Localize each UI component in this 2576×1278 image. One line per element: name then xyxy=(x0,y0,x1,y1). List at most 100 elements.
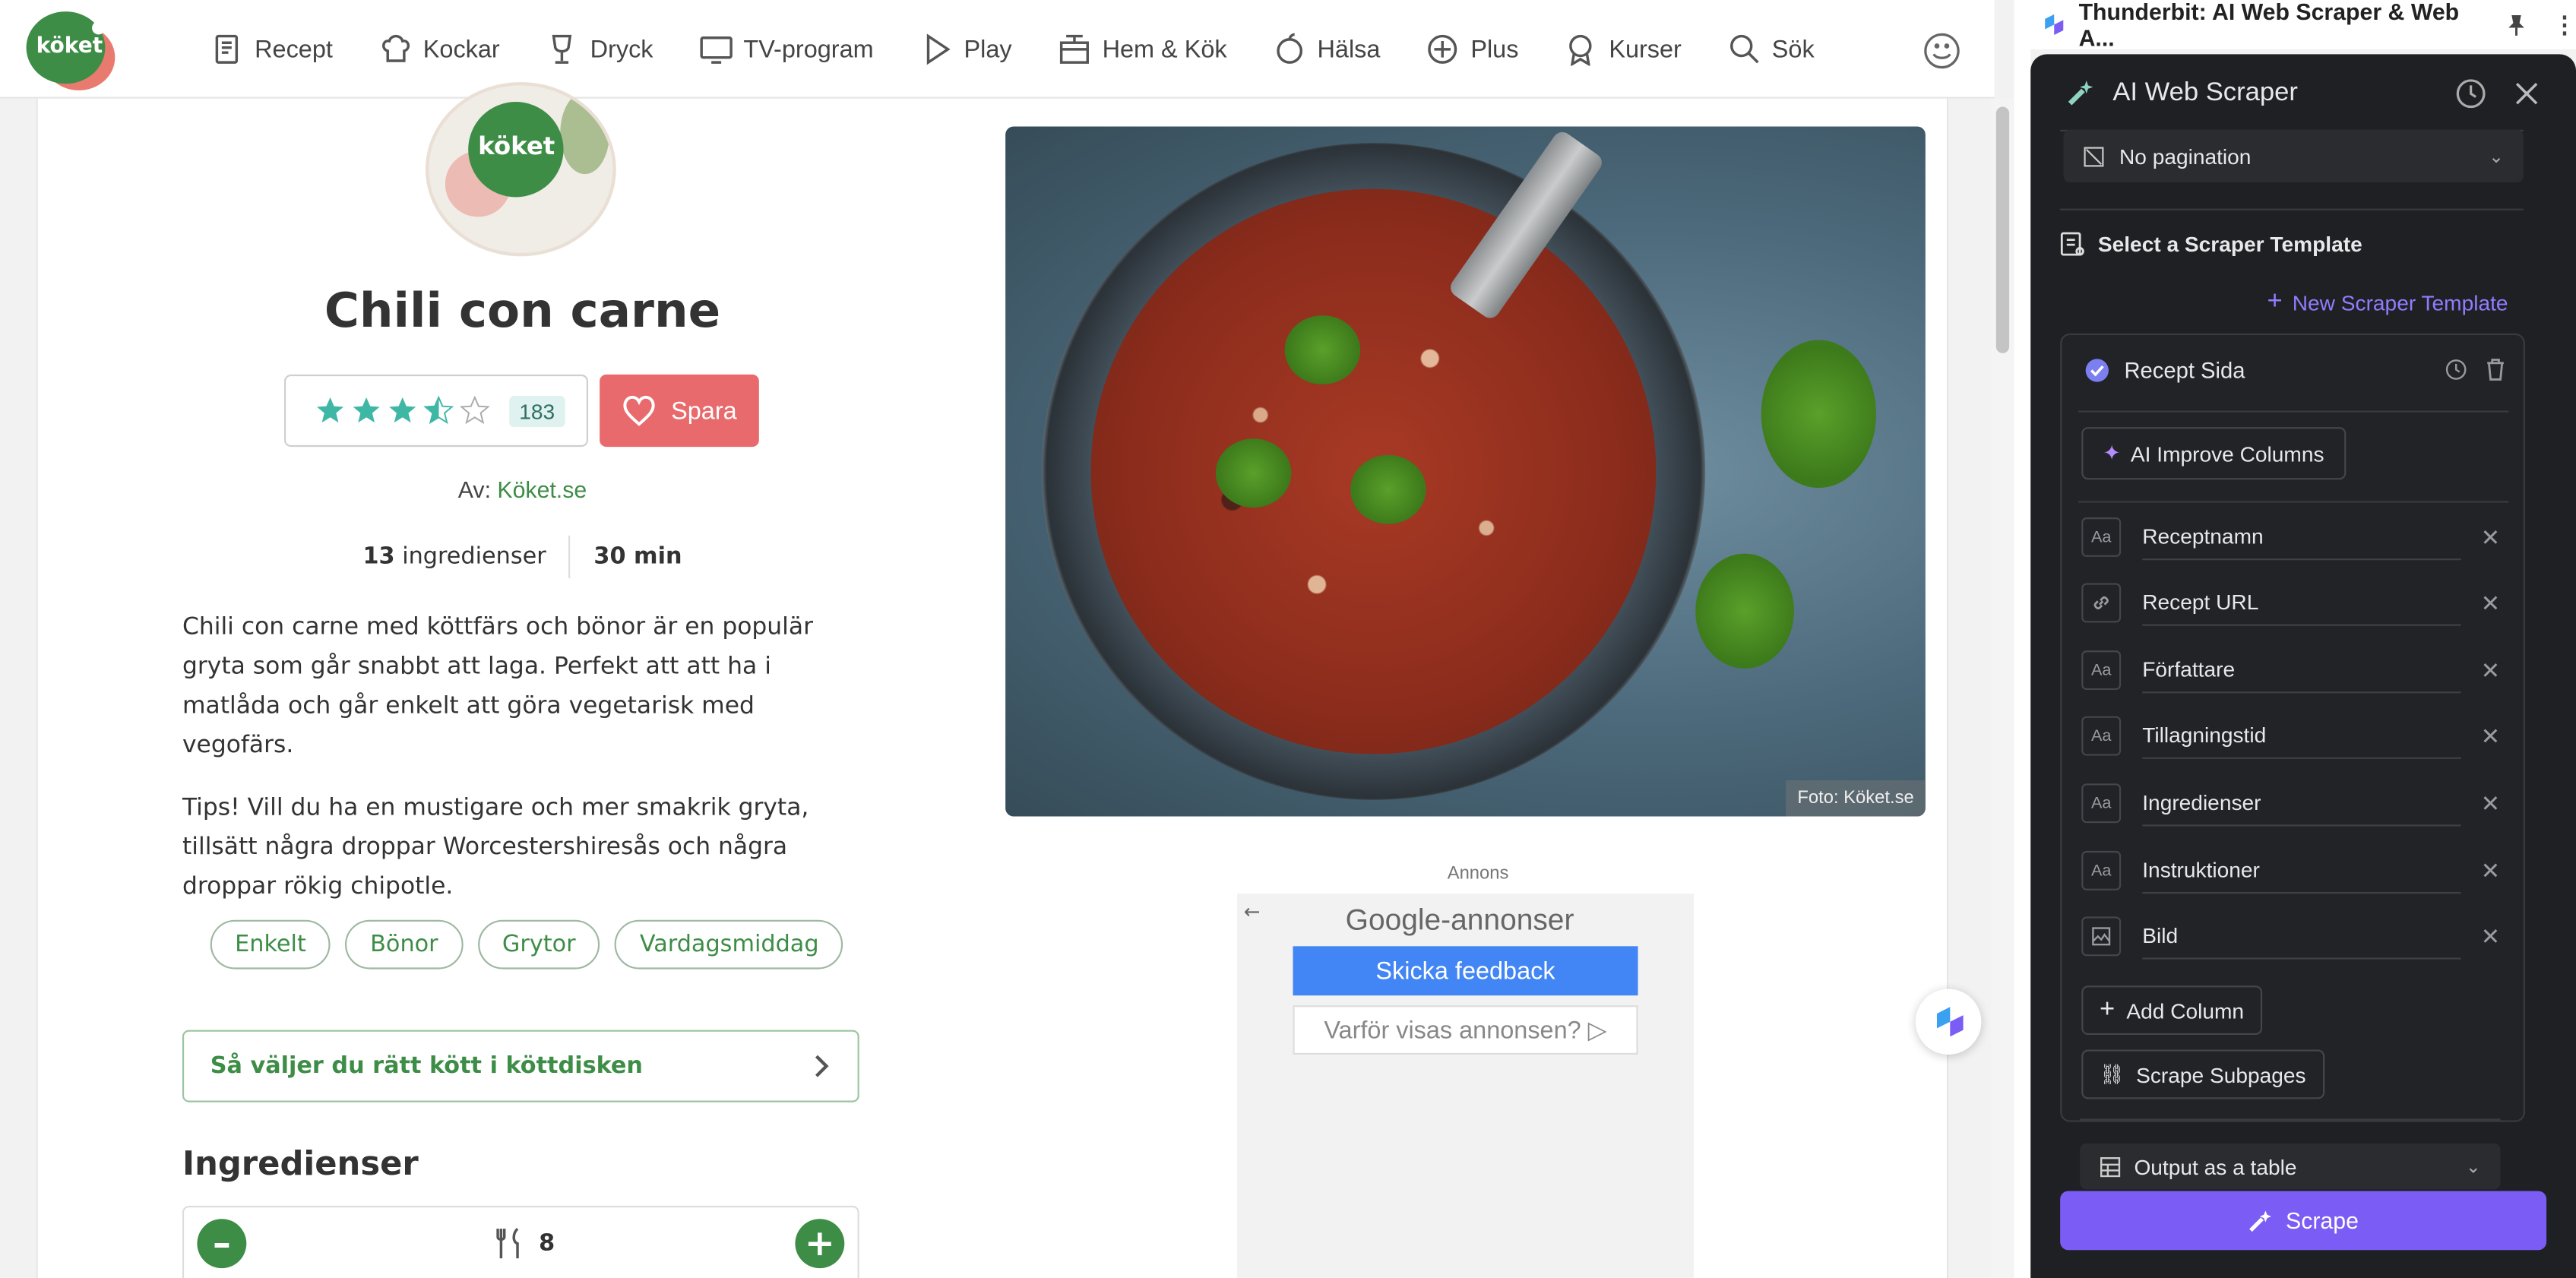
column-row[interactable]: Bild ✕ xyxy=(2081,912,2508,961)
ads-word: -annonser xyxy=(1441,903,1574,937)
add-column-label: Add Column xyxy=(2126,998,2245,1023)
remove-column-icon[interactable]: ✕ xyxy=(2481,789,2500,818)
google-word: Google xyxy=(1345,903,1441,937)
column-name[interactable]: Ingredienser xyxy=(2142,780,2461,827)
thunderbit-floating-button[interactable] xyxy=(1915,989,1982,1055)
scrape-label: Scrape xyxy=(2286,1207,2359,1234)
recipe-meta: 13 ingredienser 30 min xyxy=(38,535,1008,579)
column-name[interactable]: Receptnamn xyxy=(2142,514,2461,561)
star-full-icon xyxy=(317,397,344,423)
nav-item-label: Hem & Kök xyxy=(1102,35,1227,64)
servings-stepper: – 8 + xyxy=(182,1205,859,1278)
nav-item-kurser[interactable]: Kurser xyxy=(1565,33,1682,66)
remove-column-icon[interactable]: ✕ xyxy=(2481,922,2500,951)
pagination-select[interactable]: No pagination ⌄ xyxy=(2063,129,2524,182)
page-scrollbar[interactable] xyxy=(1991,98,2014,1278)
recipe-book-icon xyxy=(215,34,239,64)
nav-item-recept[interactable]: Recept xyxy=(210,33,333,65)
no-pagination-icon xyxy=(2084,146,2104,166)
column-row[interactable]: Aa Ingredienser ✕ xyxy=(2081,779,2508,828)
remove-column-icon[interactable]: ✕ xyxy=(2481,656,2500,685)
more-options-icon[interactable]: ⋮ xyxy=(2553,11,2576,39)
remove-column-icon[interactable]: ✕ xyxy=(2481,524,2500,552)
close-icon[interactable] xyxy=(2511,78,2543,110)
save-button[interactable]: Spara xyxy=(600,374,759,448)
nav-item-sok[interactable]: Sök xyxy=(1727,33,1815,65)
column-name[interactable]: Recept URL xyxy=(2142,580,2461,626)
column-row[interactable]: Aa Receptnamn ✕ xyxy=(2081,513,2508,562)
image-icon xyxy=(2081,916,2122,957)
tag-list: Enkelt Bönor Grytor Vardagsmiddag xyxy=(210,919,843,970)
thunderbit-logo-icon xyxy=(1936,1007,1964,1037)
send-feedback-button[interactable]: Skicka feedback xyxy=(1293,946,1638,996)
template-header[interactable]: Recept Sida xyxy=(2085,358,2245,383)
nav-item-kockar[interactable]: Kockar xyxy=(378,33,500,65)
text-type-icon: Aa xyxy=(2081,783,2122,824)
ad-slot: ← Google-annonser Skicka feedback Varför… xyxy=(1236,894,1695,1278)
chef-hat-icon xyxy=(381,34,409,62)
select-template-heading: Select a Scraper Template xyxy=(2060,232,2362,256)
nav-item-label: Kurser xyxy=(1609,35,1682,64)
tag-chip[interactable]: Enkelt xyxy=(210,919,331,970)
scrape-button[interactable]: Scrape xyxy=(2060,1191,2547,1251)
nav-item-tv[interactable]: TV-program xyxy=(699,33,874,65)
nav-item-plus[interactable]: Plus xyxy=(1426,33,1518,65)
remove-column-icon[interactable]: ✕ xyxy=(2481,722,2500,750)
decrease-servings-button[interactable]: – xyxy=(197,1219,247,1269)
top-navigation: köket Recept Kockar Dryck TV-program Pla… xyxy=(0,0,1995,99)
author-link[interactable]: Köket.se xyxy=(497,476,587,503)
ai-improve-columns-button[interactable]: ✦ AI Improve Columns xyxy=(2081,427,2346,480)
trash-icon[interactable] xyxy=(2484,358,2507,381)
column-name[interactable]: Bild xyxy=(2142,913,2461,960)
sparkle-brush-icon xyxy=(2068,80,2093,106)
scrape-subpages-button[interactable]: ⛓ Scrape Subpages xyxy=(2081,1049,2324,1099)
tag-chip[interactable]: Grytor xyxy=(477,919,601,970)
history-icon[interactable] xyxy=(2454,78,2487,110)
sparkle-icon: ✦ xyxy=(2103,440,2121,465)
nav-item-play[interactable]: Play xyxy=(919,33,1012,65)
output-format-select[interactable]: Output as a table ⌄ xyxy=(2080,1143,2501,1190)
increase-servings-button[interactable]: + xyxy=(795,1219,845,1269)
tag-chip[interactable]: Bönor xyxy=(345,919,464,970)
kitchen-icon xyxy=(1059,34,1089,64)
remove-column-icon[interactable]: ✕ xyxy=(2481,589,2500,617)
column-row[interactable]: Aa Instruktioner ✕ xyxy=(2081,846,2508,895)
chevron-down-icon: ⌄ xyxy=(2465,1157,2481,1178)
by-prefix: Av: xyxy=(457,476,491,503)
star-empty-icon xyxy=(460,396,490,425)
why-this-ad-button[interactable]: Varför visas annonsen? ▷ xyxy=(1293,1005,1638,1055)
add-column-button[interactable]: + Add Column xyxy=(2081,985,2262,1036)
column-row[interactable]: Recept URL ✕ xyxy=(2081,578,2508,628)
ingredients-count-label: ingredienser xyxy=(402,543,546,571)
star-half-icon xyxy=(423,396,454,425)
recipe-card: köket Chili con carne 183 Spara Av: Köke… xyxy=(36,82,1949,1278)
history-icon[interactable] xyxy=(2445,358,2467,381)
back-arrow-icon[interactable]: ← xyxy=(1244,900,1261,923)
nav-item-halsa[interactable]: Hälsa xyxy=(1273,33,1380,65)
column-name[interactable]: Tillagningstid xyxy=(2142,713,2461,759)
nav-item-dryck[interactable]: Dryck xyxy=(546,33,653,65)
rating-widget[interactable]: 183 xyxy=(284,374,588,448)
new-template-button[interactable]: + New Scraper Template xyxy=(2267,287,2508,317)
koket-logo[interactable]: köket xyxy=(26,11,116,90)
nav-item-hem-kok[interactable]: Hem & Kök xyxy=(1058,33,1227,65)
ad-choices-icon: ▷ xyxy=(1587,1017,1607,1045)
link-icon xyxy=(2081,583,2122,623)
profile-smiley-icon[interactable] xyxy=(1923,31,1962,71)
tag-chip[interactable]: Vardagsmiddag xyxy=(615,919,843,970)
tv-icon xyxy=(699,36,732,64)
subpages-link-icon: ⛓ xyxy=(2100,1062,2125,1087)
column-name[interactable]: Författare xyxy=(2142,647,2461,694)
column-name[interactable]: Instruktioner xyxy=(2142,848,2461,894)
remove-column-icon[interactable]: ✕ xyxy=(2481,856,2500,884)
byline: Av: Köket.se xyxy=(38,476,1008,503)
nav-item-label: Sök xyxy=(1771,35,1815,64)
column-row[interactable]: Aa Tillagningstid ✕ xyxy=(2081,711,2508,761)
related-article-text: Så väljer du rätt kött i köttdisken xyxy=(210,1052,643,1080)
check-circle-icon xyxy=(2085,359,2109,382)
column-row[interactable]: Aa Författare ✕ xyxy=(2081,646,2508,695)
related-article-link[interactable]: Så väljer du rätt kött i köttdisken xyxy=(182,1030,859,1102)
author-avatar[interactable]: köket xyxy=(425,82,616,257)
nav-item-label: Recept xyxy=(255,35,333,64)
pin-icon[interactable] xyxy=(2505,13,2527,36)
